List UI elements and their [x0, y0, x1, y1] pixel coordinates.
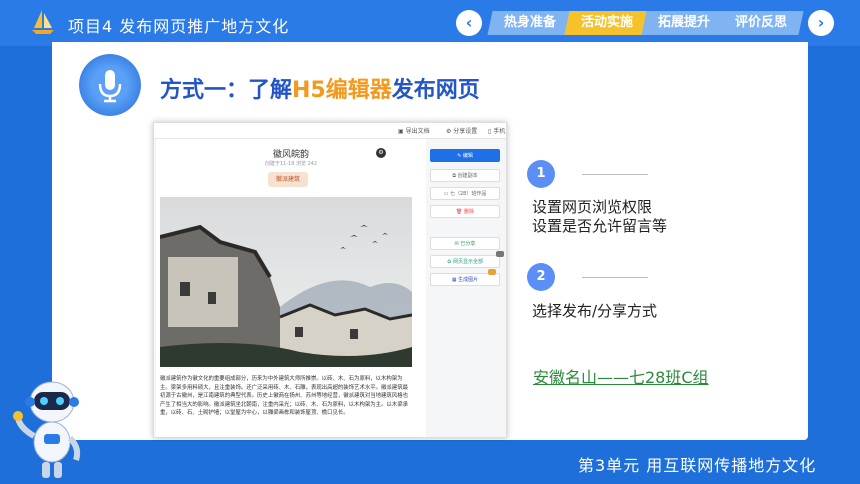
chevron-right-icon[interactable]: › [808, 10, 834, 36]
export-doc-button[interactable]: ▣ 导出文档 [398, 126, 430, 135]
editor-toolbar: ▣ 导出文档 ⚙ 分享设置 ▯ 手机 [154, 123, 506, 139]
robot-mascot-icon [13, 381, 81, 478]
step-1-line-2: 设置是否允许留言等 [532, 217, 668, 235]
tab-label: 拓展提升 [657, 15, 710, 30]
class-folder-button[interactable]: ▭ 七（28）班作品 [430, 187, 500, 200]
editor-screenshot: ▣ 导出文档 ⚙ 分享设置 ▯ 手机 徽风皖韵 创建于11-18 浏览 242 … [153, 122, 507, 438]
project-title: 项目4 发布网页推广地方文化 [68, 17, 290, 36]
toolbar-label: 手机 [493, 128, 506, 135]
step-2-line-1: 选择发布/分享方式 [532, 302, 658, 320]
tab-activity[interactable]: 活动实施 [564, 11, 650, 35]
button-label: 创建副本 [457, 173, 478, 179]
doc-tag: 徽派建筑 [268, 172, 308, 187]
status-badge [496, 251, 504, 257]
edit-button[interactable]: ✎ 编辑 [430, 149, 500, 162]
step-2-text: 选择发布/分享方式 [532, 302, 657, 321]
footer-bar: 第3单元 用互联网传播地方文化 [0, 442, 860, 484]
button-label: 删除 [463, 209, 474, 215]
button-label: 生成图片 [458, 277, 479, 283]
shared-button[interactable]: ✉ 已分享 [430, 237, 500, 250]
divider [582, 174, 648, 175]
microphone-icon [79, 54, 141, 116]
toolbar-label: 导出文档 [405, 128, 430, 135]
tab-evaluation[interactable]: 评价反思 [718, 11, 804, 35]
huizhou-architecture-photo [160, 197, 412, 367]
document-preview: 徽风皖韵 创建于11-18 浏览 242 ⚙ 徽派建筑 徽派建筑作为徽文化的重要… [156, 139, 426, 437]
top-bar: 项目4 发布网页推广地方文化 ‹ 热身准备 活动实施 拓展提升 评价反思 › [0, 0, 860, 46]
sailboat-logo-icon [32, 10, 54, 34]
button-label: 网页显示全部 [453, 259, 484, 265]
headline-part1: 方式一：了解 [160, 78, 293, 103]
status-badge [488, 269, 496, 275]
tab-label: 活动实施 [580, 15, 633, 30]
share-settings-button[interactable]: ⚙ 分享设置 [446, 126, 477, 135]
unit-title: 第3单元 用互联网传播地方文化 [578, 456, 817, 475]
button-label: 编辑 [462, 153, 473, 159]
tab-extension[interactable]: 拓展提升 [641, 11, 727, 35]
headline-highlight: H5编辑器 [292, 78, 392, 103]
create-copy-button[interactable]: ⧉ 创建副本 [430, 169, 500, 182]
mobile-button[interactable]: ▯ 手机 [488, 126, 505, 135]
delete-button[interactable]: 🗑 删除 [430, 205, 500, 218]
toolbar-label: 分享设置 [453, 128, 478, 135]
divider [582, 277, 648, 278]
button-label: 已分享 [460, 241, 476, 247]
step-2-badge: 2 [527, 263, 555, 291]
section-headline: 方式一：了解H5编辑器发布网页 [160, 72, 480, 104]
step-1-line-1: 设置网页浏览权限 [532, 198, 653, 216]
example-link[interactable]: 安徽名山——七28班C组 [533, 364, 709, 388]
tab-warmup[interactable]: 热身准备 [487, 11, 573, 35]
tab-label: 热身准备 [503, 15, 556, 30]
chevron-left-icon[interactable]: ‹ [456, 10, 482, 36]
tab-label: 评价反思 [734, 15, 787, 30]
button-label: 七（28）班作品 [449, 191, 487, 197]
headline-part2: 发布网页 [391, 78, 480, 103]
show-all-button[interactable]: ♻ 网页显示全部 [430, 255, 500, 268]
settings-icon[interactable]: ⚙ [376, 148, 386, 158]
doc-paragraph: 徽派建筑作为徽文化的重要组成部分，历来为中外建筑大师所推崇。以砖、木、石为原料，… [160, 376, 408, 417]
doc-meta: 创建于11-18 浏览 242 [264, 161, 318, 167]
step-1-badge: 1 [527, 160, 555, 188]
step-1-text: 设置网页浏览权限 设置是否允许留言等 [532, 198, 667, 236]
